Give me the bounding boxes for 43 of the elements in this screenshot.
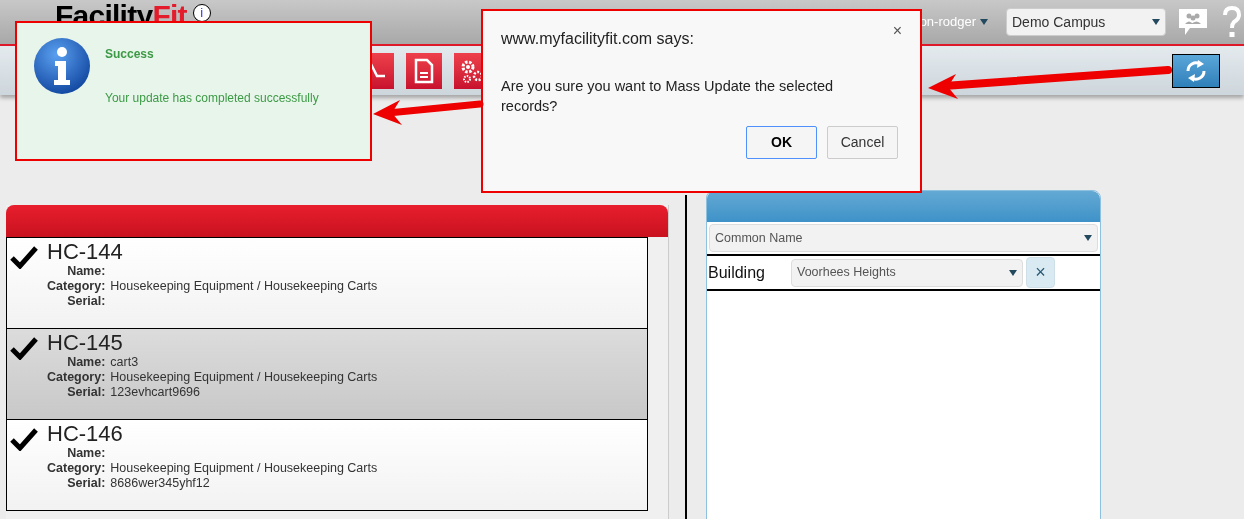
field-label: Serial: [66, 294, 106, 309]
dialog-message: Are you sure you want to Mass Update the selected records? [501, 77, 835, 116]
refresh-button[interactable] [1172, 53, 1220, 88]
record-code: HC-146 [47, 422, 124, 446]
field-value: 8686wer345yhf12 [110, 476, 211, 491]
record-row[interactable]: HC-145 Name: cart3 Category: Housekeeping Equipment / Housekeeping Carts Serial: 123evhcart9696 [6, 328, 648, 420]
field-label: Category: [47, 279, 106, 294]
notification-message: Your update has completed successfully [105, 90, 319, 107]
info-icon [33, 37, 91, 95]
refresh-icon [1184, 58, 1208, 83]
value-select[interactable]: Voorhees Heights [791, 258, 1023, 287]
record-code: HC-145 [47, 331, 124, 355]
dialog-button[interactable]: Cancel [827, 126, 898, 159]
notification-title: Success [105, 46, 155, 63]
caret-icon [1152, 19, 1160, 25]
document-icon [414, 57, 434, 84]
record-row[interactable]: HC-144 Name: Category: Housekeeping Equipment / Housekeeping Carts Serial: [6, 237, 648, 329]
toolbar-button[interactable] [406, 52, 442, 89]
field-value: Housekeeping Equipment / Housekeeping Carts [110, 461, 378, 476]
field-label: Name: [66, 355, 106, 370]
field-label: Name: [66, 264, 106, 279]
caret-icon [1084, 235, 1092, 241]
close-button[interactable]: × [892, 23, 902, 39]
clear-button[interactable]: × [1026, 257, 1055, 288]
dialog-title: www.myfacilityfit.com says: [501, 29, 694, 49]
field-label: Category: [47, 370, 106, 385]
record-row[interactable]: HC-146 Name: Category: Housekeeping Equipment / Housekeeping Carts Serial: 8686wer345yhf12 [6, 419, 648, 511]
field-value: 123evhcart9696 [110, 385, 201, 400]
record-code: HC-144 [47, 240, 124, 264]
field-value: cart3 [110, 355, 140, 370]
field-label: Category: [47, 461, 106, 476]
field-value: Housekeeping Equipment / Housekeeping Carts [110, 279, 378, 294]
info-icon[interactable]: i [192, 4, 211, 22]
field-select[interactable]: Common Name [709, 224, 1098, 252]
field-value: Housekeeping Equipment / Housekeeping Carts [110, 370, 378, 385]
field-label: Serial: [66, 385, 106, 400]
field-label: Serial: [66, 476, 106, 491]
dialog-button[interactable]: OK [746, 126, 817, 159]
campus-select[interactable]: Demo Campus [1006, 8, 1166, 36]
field-label: Name: [66, 446, 106, 461]
caret-icon [980, 19, 988, 25]
caret-icon [1009, 269, 1017, 276]
filter-label: Building [707, 262, 766, 283]
